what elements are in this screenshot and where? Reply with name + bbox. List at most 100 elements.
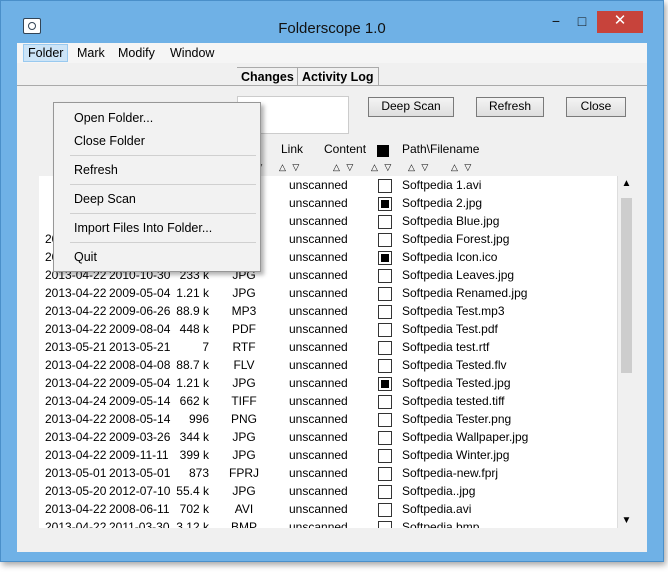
menu-deep-scan[interactable]: Deep Scan [74,192,136,206]
cell-type: PNG [230,412,257,426]
table-row[interactable]: 2013-05-20 2012-07-10 55.4 k JPG unscanned So… [39,482,617,500]
mark-checkbox[interactable] [378,233,392,247]
menu-close-folder[interactable]: Close Folder [74,134,145,148]
tab-strip: Changes Activity Log [17,65,647,87]
mark-checkbox[interactable] [378,197,392,211]
mark-checkbox[interactable] [378,251,392,265]
menu-modify[interactable]: Modify [114,45,159,61]
table-row[interactable]: 2013-04-22 2009-03-26 344 k JPG unscanned Sof… [39,428,617,446]
table-row[interactable]: 2013-04-24 2009-05-14 662 k TIFF unscanned So… [39,392,617,410]
sort-arrows[interactable]: △ ▽ [333,162,355,173]
cell-filename: Softpedia Test.mp3 [402,304,505,318]
sort-arrows[interactable]: △ ▽ [408,162,430,173]
maximize-button[interactable]: □ [569,11,595,33]
cell-date-modified: 2013-05-21 [109,340,171,354]
cell-date-modified: 2009-11-11 [109,448,169,462]
mark-color-swatch[interactable] [377,145,389,157]
mark-checkbox[interactable] [378,521,392,528]
scroll-up-icon[interactable]: ▲ [618,178,635,189]
mark-checkbox[interactable] [378,269,392,283]
column-header-content[interactable]: Content [324,142,366,156]
column-header-link[interactable]: Link [281,142,303,156]
menu-separator [70,213,256,214]
cell-link: unscanned [289,196,348,210]
mark-checkbox[interactable] [378,431,392,445]
table-row[interactable]: 2013-04-22 2009-05-04 1.21 k JPG unscanned So… [39,374,617,392]
menu-refresh[interactable]: Refresh [74,163,118,177]
refresh-button[interactable]: Refresh [476,97,544,117]
mark-checkbox[interactable] [378,467,392,481]
cell-type: FPRJ [229,466,259,480]
mark-checkbox[interactable] [378,503,392,517]
mark-checkbox[interactable] [378,341,392,355]
title-bar: Folderscope 1.0 − □ ✕ [1,1,663,37]
cell-size: 1.21 k [176,286,209,300]
table-row[interactable]: 2013-04-22 2008-06-11 702 k AVI unscanned Sof… [39,500,617,518]
cell-link: unscanned [289,340,348,354]
cell-size: 55.4 k [176,484,209,498]
cell-date-scanned: 2013-04-22 [45,448,107,462]
tab-activity-log[interactable]: Activity Log [297,67,379,86]
scroll-down-icon[interactable]: ▼ [618,515,635,526]
table-row[interactable]: 2013-04-22 2008-04-08 88.7 k FLV unscanned So… [39,356,617,374]
menu-window[interactable]: Window [166,45,218,61]
sort-arrows[interactable]: △ ▽ [451,162,473,173]
cell-type: JPG [232,286,256,300]
sort-arrows[interactable]: △ ▽ [371,162,393,173]
cell-date-modified: 2009-05-14 [109,394,171,408]
table-row[interactable]: 2013-04-22 2009-08-04 448 k PDF unscanned Sof… [39,320,617,338]
column-header-path[interactable]: Path\Filename [402,142,479,156]
mark-checkbox[interactable] [378,359,392,373]
scroll-thumb[interactable] [621,198,632,373]
table-row[interactable]: 2013-04-22 2011-03-30 3.12 k BMP unscanned So… [39,518,617,528]
table-row[interactable]: 2013-04-22 2009-11-11 399 k JPG unscanned Sof… [39,446,617,464]
menu-quit[interactable]: Quit [74,250,97,264]
cell-date-scanned: 2013-04-24 [45,394,107,408]
cell-date-scanned: 2013-05-20 [45,484,107,498]
menu-open-folder[interactable]: Open Folder... [74,111,153,125]
table-row[interactable]: 2013-05-21 2013-05-21 7 RTF unscanned Softped… [39,338,617,356]
sort-arrows[interactable]: △ ▽ [279,162,301,173]
cell-date-scanned: 2013-04-22 [45,502,107,516]
cell-link: unscanned [289,304,348,318]
menu-folder[interactable]: Folder [23,44,69,62]
tab-changes[interactable]: Changes [237,67,299,86]
menu-mark[interactable]: Mark [73,45,109,61]
cell-type: JPG [232,376,256,390]
minimize-button[interactable]: − [543,11,569,33]
cell-size: 3.12 k [176,520,209,528]
cell-link: unscanned [289,358,348,372]
table-row[interactable]: 2013-04-22 2009-05-04 1.21 k JPG unscanned So… [39,284,617,302]
cell-size: 873 [188,466,209,480]
table-row[interactable]: 2013-05-01 2013-05-01 873 FPRJ unscanned Soft… [39,464,617,482]
cell-date-scanned: 2013-04-22 [45,520,107,528]
cell-type: AVI [234,502,254,516]
mark-checkbox[interactable] [378,215,392,229]
deep-scan-button[interactable]: Deep Scan [368,97,454,117]
mark-checkbox[interactable] [378,413,392,427]
cell-filename: Softpedia.bmp [402,520,480,528]
close-button[interactable]: Close [566,97,626,117]
mark-checkbox[interactable] [378,395,392,409]
cell-filename: Softpedia Icon.ico [402,250,498,264]
cell-type: JPG [232,484,256,498]
window-close-button[interactable]: ✕ [597,11,643,33]
folder-menu-dropdown: Open Folder... Close Folder Refresh Deep… [53,102,261,272]
mark-checkbox[interactable] [378,305,392,319]
cell-type: PDF [232,322,256,336]
mark-checkbox[interactable] [378,287,392,301]
mark-checkbox[interactable] [378,485,392,499]
table-row[interactable]: 2013-04-22 2008-05-14 996 PNG unscanned Softp… [39,410,617,428]
menu-import-files[interactable]: Import Files Into Folder... [74,221,212,235]
cell-type: FLV [233,358,255,372]
cell-filename: Softpedia Blue.jpg [402,214,500,228]
vertical-scrollbar[interactable]: ▲ ▼ [617,176,635,528]
mark-checkbox[interactable] [378,323,392,337]
menu-separator [70,184,256,185]
mark-checkbox[interactable] [378,179,392,193]
mark-checkbox[interactable] [378,377,392,391]
cell-size: 88.7 k [176,358,209,372]
table-row[interactable]: 2013-04-22 2009-06-26 88.9 k MP3 unscanned So… [39,302,617,320]
cell-link: unscanned [289,250,348,264]
mark-checkbox[interactable] [378,449,392,463]
